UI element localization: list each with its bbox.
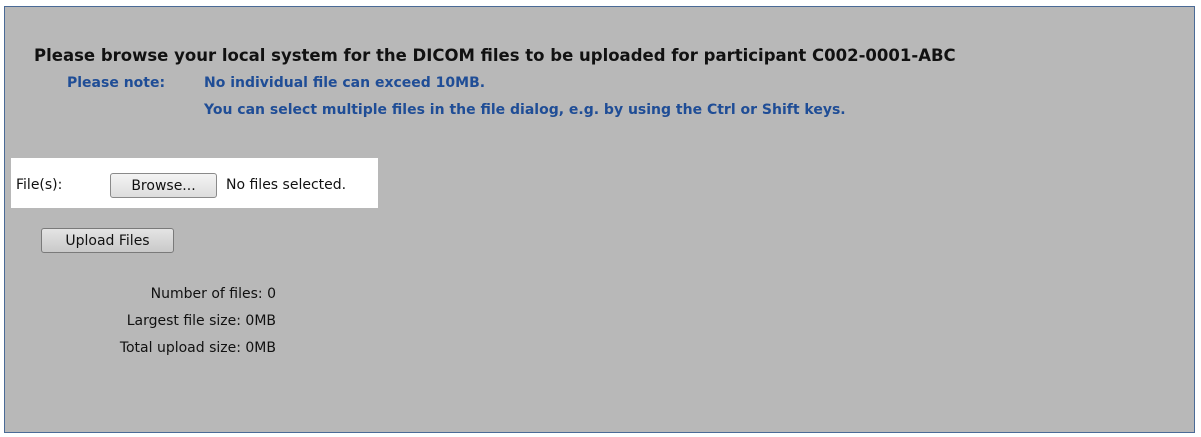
note-size-limit: No individual file can exceed 10MB. xyxy=(204,75,486,91)
file-input-label: File(s): xyxy=(16,177,63,193)
upload-files-button[interactable]: Upload Files xyxy=(41,228,174,253)
page-title: Please browse your local system for the … xyxy=(34,46,956,65)
note-label: Please note: xyxy=(67,75,166,91)
file-selection-status: No files selected. xyxy=(226,177,347,193)
number-of-files: Number of files: 0 xyxy=(150,286,276,302)
note-multiple-files: You can select multiple files in the fil… xyxy=(204,102,846,118)
browse-button[interactable]: Browse... xyxy=(110,173,217,198)
upload-panel xyxy=(4,6,1195,433)
largest-file-size: Largest file size: 0MB xyxy=(126,313,276,329)
total-upload-size: Total upload size: 0MB xyxy=(119,340,276,356)
